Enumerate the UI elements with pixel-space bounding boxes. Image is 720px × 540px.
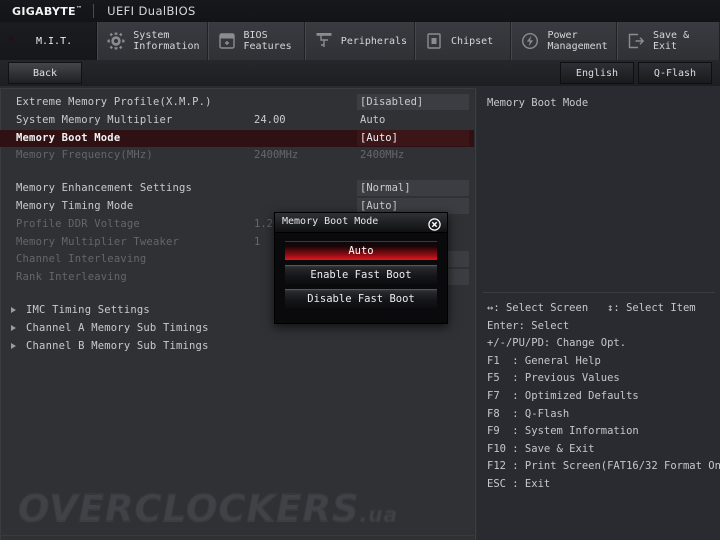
brand-title: UEFI DualBIOS xyxy=(107,4,196,18)
qflash-button[interactable]: Q-Flash xyxy=(638,62,712,84)
memory-boot-mode-dialog[interactable]: Memory Boot Mode Auto Enable Fast Boot Dis… xyxy=(274,212,448,324)
tab-label: System Information xyxy=(133,30,200,52)
tab-mit[interactable]: M.I.T. xyxy=(0,22,98,60)
tab-label: Chipset xyxy=(451,35,494,47)
setting-label: Memory Boot Mode xyxy=(16,131,121,144)
setting-label: System Memory Multiplier xyxy=(16,113,173,126)
dialog-option[interactable]: Enable Fast Boot xyxy=(285,265,437,284)
close-circle-icon[interactable] xyxy=(428,216,441,231)
tab-label: BIOS Features xyxy=(243,30,292,52)
chipset-icon xyxy=(423,30,445,52)
setting-label: Channel Interleaving xyxy=(16,253,147,266)
key-legend-line: F10 : Save & Exit xyxy=(487,442,595,455)
help-panel: Memory Boot Mode ↔: Select Screen ↕: Sel… xyxy=(477,88,720,540)
dialog-option[interactable]: Disable Fast Boot xyxy=(285,289,437,308)
dialog-title: Memory Boot Mode xyxy=(282,216,379,227)
tab-peripherals[interactable]: Peripherals xyxy=(304,22,416,60)
settings-row[interactable]: Extreme Memory Profile(X.M.P.) [Disabled] xyxy=(0,94,474,112)
setting-value: 2400MHz xyxy=(360,149,405,162)
setting-label: Rank Interleaving xyxy=(16,271,127,284)
tab-label: M.I.T. xyxy=(36,35,73,47)
key-legend-line: F8 : Q-Flash xyxy=(487,407,570,420)
help-description: Memory Boot Mode xyxy=(487,97,589,109)
gear-icon xyxy=(105,30,127,52)
key-legend-line: F1 : General Help xyxy=(487,354,601,367)
chevron-right-icon xyxy=(11,324,16,331)
tab-label: Save & Exit xyxy=(652,30,690,52)
key-legend-line: ↔: Select Screen ↕: Select Item xyxy=(487,302,696,314)
settings-row[interactable]: Memory Boot Mode [Auto] xyxy=(0,129,474,148)
dialog-option[interactable]: Auto xyxy=(285,241,437,260)
main-tab-strip: M.I.T. System Information BIOS Features … xyxy=(0,22,720,60)
key-legend: ↔: Select Screen ↕: Select Item Enter: Se… xyxy=(487,300,720,494)
setting-current: 2400MHz xyxy=(254,149,299,162)
key-legend-line: Enter: Select xyxy=(487,319,570,332)
setting-label: Memory Timing Mode xyxy=(16,199,134,212)
dialog-title-bar: Memory Boot Mode xyxy=(275,213,447,233)
settings-spacer xyxy=(0,165,474,180)
help-divider xyxy=(483,292,715,293)
key-legend-line: F9 : System Information xyxy=(487,425,639,438)
setting-value[interactable]: [Disabled] xyxy=(357,94,469,110)
gigabyte-logo: GIGABYTE™ xyxy=(12,4,83,18)
setting-label: Extreme Memory Profile(X.M.P.) xyxy=(16,96,212,108)
setting-value[interactable]: Auto xyxy=(357,112,469,128)
key-legend-line: F5 : Previous Values xyxy=(487,372,620,385)
watermark-suffix: .ua xyxy=(359,502,398,527)
bios-chip-icon xyxy=(216,30,238,52)
tab-label: Peripherals xyxy=(340,35,408,47)
setting-label: Memory Frequency(MHz) xyxy=(16,149,153,162)
tab-label: Power Management xyxy=(547,30,608,52)
chevron-right-icon xyxy=(11,342,16,349)
language-button[interactable]: English xyxy=(560,62,634,84)
dialog-options-list: Auto Enable Fast Boot Disable Fast Boot xyxy=(275,233,447,323)
key-legend-line: +/-/PU/PD: Change Opt. xyxy=(487,337,627,350)
back-button[interactable]: Back xyxy=(8,62,82,84)
peripherals-plug-icon xyxy=(313,30,335,52)
setting-label: IMC Timing Settings xyxy=(26,303,150,316)
tab-system-information[interactable]: System Information xyxy=(97,22,208,60)
key-legend-line: ESC : Exit xyxy=(487,477,551,490)
setting-label: Memory Multiplier Tweaker xyxy=(16,235,180,248)
tab-power-management[interactable]: Power Management xyxy=(511,22,617,60)
mit-target-icon xyxy=(8,30,30,52)
key-legend-line: F12 : Print Screen(FAT16/32 Format Only) xyxy=(487,460,720,473)
footer-divider xyxy=(0,535,474,536)
settings-row[interactable]: Memory Enhancement Settings [Normal] xyxy=(0,180,474,198)
tab-save-and-exit[interactable]: Save & Exit xyxy=(616,22,720,60)
brand-bar: GIGABYTE™ UEFI DualBIOS xyxy=(0,0,720,22)
tab-chipset[interactable]: Chipset xyxy=(415,22,512,60)
setting-value[interactable]: [Auto] xyxy=(357,129,469,146)
tab-bios-features[interactable]: BIOS Features xyxy=(207,22,305,60)
watermark: OVERCLOCKERS.ua xyxy=(18,487,398,531)
setting-current: 1 xyxy=(254,235,261,248)
setting-label: Channel A Memory Sub Timings xyxy=(26,321,209,334)
setting-label: Memory Enhancement Settings xyxy=(16,182,193,195)
trademark-mark: ™ xyxy=(75,4,83,12)
settings-submenu-row[interactable]: Channel B Memory Sub Timings xyxy=(0,338,474,356)
setting-current: 24.00 xyxy=(254,113,286,126)
setting-label: Channel B Memory Sub Timings xyxy=(26,339,209,352)
exit-arrow-icon xyxy=(625,30,647,52)
setting-label: Profile DDR Voltage xyxy=(16,217,140,230)
power-bolt-icon xyxy=(519,30,541,52)
bios-setup-screen: GIGABYTE™ UEFI DualBIOS M.I.T. System In… xyxy=(0,0,720,540)
setting-value[interactable] xyxy=(357,338,469,354)
sub-toolbar: Back English Q-Flash xyxy=(0,60,720,86)
settings-row[interactable]: System Memory Multiplier 24.00 Auto xyxy=(0,112,474,130)
settings-row: Memory Frequency(MHz) 2400MHz 2400MHz xyxy=(0,147,474,165)
brand-divider xyxy=(93,4,95,18)
key-legend-line: F7 : Optimized Defaults xyxy=(487,389,639,402)
chevron-right-icon xyxy=(11,306,16,313)
setting-value[interactable]: [Normal] xyxy=(357,180,469,197)
